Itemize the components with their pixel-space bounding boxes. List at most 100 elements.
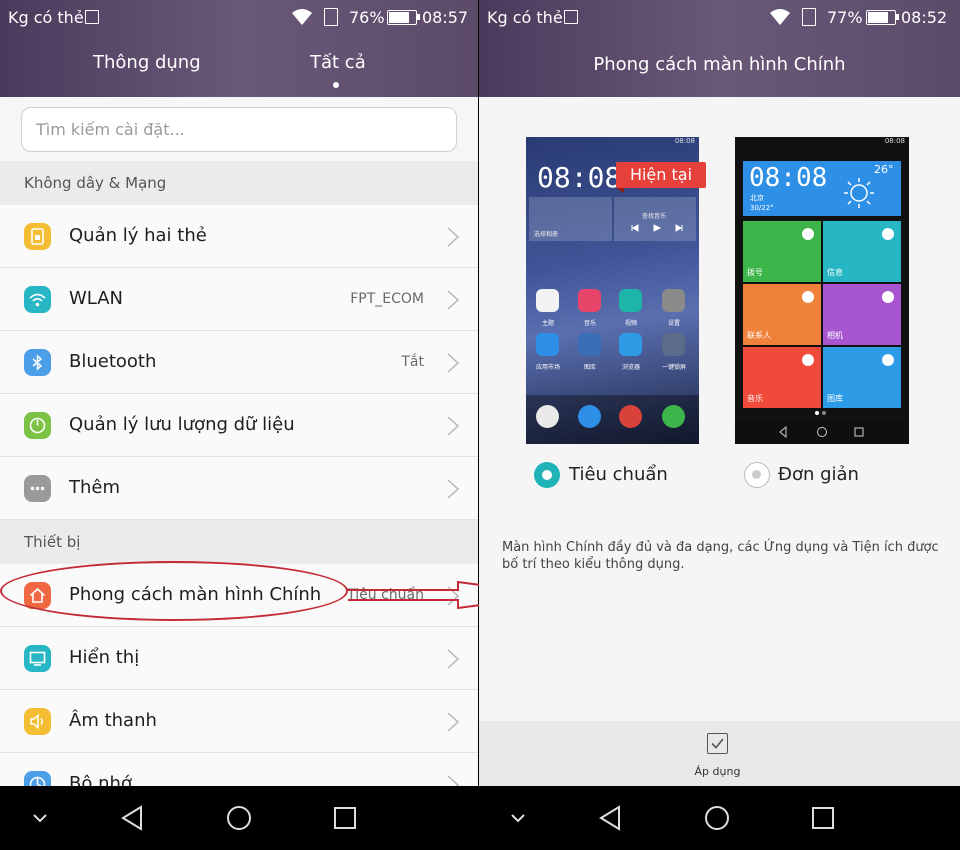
row-label: Quản lý hai thẻ — [69, 225, 207, 246]
preview-app-label: 图库 — [583, 364, 596, 371]
settings-row-more[interactable]: Thêm — [0, 457, 478, 520]
preview-clock: 08:08 — [537, 161, 622, 194]
chevron-right-icon — [447, 712, 460, 732]
section-header-wireless: Không dây & Mạng — [0, 161, 478, 205]
preview-tile-label: 信息 — [827, 268, 843, 277]
section-header-device: Thiết bị — [0, 520, 478, 564]
preview-tile-icon — [882, 228, 894, 240]
search-input[interactable]: Tìm kiếm cài đặt... — [21, 107, 457, 152]
sun-icon — [844, 178, 874, 208]
home-button-icon[interactable] — [692, 786, 742, 850]
radio-simple[interactable] — [744, 462, 770, 488]
row-label: Thêm — [69, 477, 121, 498]
option-label-simple[interactable]: Đơn giản — [778, 464, 859, 485]
page-title: Phong cách màn hình Chính — [593, 54, 846, 75]
settings-tabs: Thông dụng Tất cả — [0, 52, 478, 92]
chevron-right-icon — [447, 649, 460, 669]
preview-status-time: 08:08 — [884, 137, 905, 145]
preview-tile: 信息 — [823, 221, 901, 282]
preview-tile: 图库 — [823, 347, 901, 408]
recents-icon[interactable] — [798, 786, 848, 850]
preview-tile-label: 相机 — [827, 331, 843, 340]
active-tab-indicator — [333, 82, 339, 88]
chevron-right-icon — [447, 290, 460, 310]
carrier-label: Kg có thẻ — [8, 8, 84, 27]
preview-temperature: 26° — [874, 163, 894, 176]
preview-tile-label: 图库 — [827, 394, 843, 403]
radio-standard[interactable] — [534, 462, 560, 488]
sim-data-icon — [324, 8, 338, 26]
preview-tile: 联系人 — [743, 284, 821, 345]
tab-all[interactable]: Tất cả — [310, 52, 366, 73]
settings-header: Kg có thẻ 76% 08:57 Thông dụng Tất cả — [0, 0, 478, 97]
highlight-ellipse — [0, 561, 348, 621]
row-value: FPT_ECOM — [350, 291, 424, 307]
preview-city: 北京 — [750, 194, 764, 202]
preview-tile: 相机 — [823, 284, 901, 345]
row-value: Tắt — [401, 354, 424, 370]
chevron-down-icon[interactable] — [493, 786, 543, 850]
chevron-down-icon[interactable] — [15, 786, 65, 850]
preview-nav-bar — [735, 420, 909, 444]
settings-row-display[interactable]: Hiển thị — [0, 627, 478, 690]
clock: 08:57 — [422, 8, 469, 27]
settings-row-data-usage[interactable]: Quản lý lưu lượng dữ liệu — [0, 394, 478, 457]
preview-clock: 08:08 — [749, 163, 828, 193]
bluetooth-icon — [24, 349, 51, 376]
wifi-signal-icon — [770, 9, 790, 25]
preview-tile-label: 音乐 — [747, 394, 763, 403]
sound-icon — [24, 708, 51, 735]
carrier-label: Kg có thẻ — [487, 8, 563, 27]
preview-app-icon — [662, 333, 685, 356]
settings-screen: Kg có thẻ 76% 08:57 Thông dụng Tất cả Tì… — [0, 0, 478, 786]
preview-tile-label: 联系人 — [747, 331, 771, 340]
tab-common[interactable]: Thông dụng — [93, 52, 201, 73]
sim-card-icon — [24, 223, 51, 250]
wifi-icon — [24, 286, 51, 313]
recents-icon[interactable] — [320, 786, 370, 850]
status-bar: Kg có thẻ 76% 08:57 — [0, 0, 478, 36]
music-controls-icon — [631, 224, 683, 232]
preview-app-icon — [619, 333, 642, 356]
status-bar: Kg có thẻ 77% 08:52 — [479, 0, 960, 36]
back-icon[interactable] — [585, 786, 635, 850]
preview-dock-icon — [578, 405, 601, 428]
home-button-icon[interactable] — [214, 786, 264, 850]
settings-row-storage[interactable]: Bộ nhớ — [0, 753, 478, 786]
settings-row-sound[interactable]: Âm thanh — [0, 690, 478, 753]
preview-tile-icon — [802, 228, 814, 240]
row-label: Quản lý lưu lượng dữ liệu — [69, 414, 295, 435]
preview-nav-icons — [779, 426, 864, 438]
preview-weather-range: 30/22° — [750, 204, 774, 212]
preview-dock-icon — [619, 405, 642, 428]
preview-app-icon — [578, 289, 601, 312]
style-description: Màn hình Chính đầy đủ và đa dạng, các Ứn… — [502, 540, 939, 572]
chevron-right-icon — [447, 479, 460, 499]
preview-tile-icon — [882, 291, 894, 303]
settings-row-wlan[interactable]: WLAN FPT_ECOM — [0, 268, 478, 331]
current-badge: Hiện tại — [616, 162, 706, 193]
preview-status-time: 08:08 — [674, 137, 695, 145]
preview-tile-label: 拨号 — [747, 268, 763, 277]
settings-row-dual-sim[interactable]: Quản lý hai thẻ — [0, 205, 478, 268]
preview-app-icon — [536, 289, 559, 312]
back-icon[interactable] — [107, 786, 157, 850]
row-label: Bluetooth — [69, 351, 157, 372]
row-label: WLAN — [69, 288, 124, 309]
apply-button[interactable]: Áp dụng — [680, 765, 755, 778]
chevron-right-icon — [447, 227, 460, 247]
no-sim-icon — [85, 10, 99, 24]
system-nav-bar — [0, 786, 960, 850]
sim-data-icon — [802, 8, 816, 26]
wifi-signal-icon — [292, 9, 312, 25]
option-label-standard[interactable]: Tiêu chuẩn — [569, 464, 668, 485]
display-icon — [24, 645, 51, 672]
preview-app-icon — [578, 333, 601, 356]
more-icon — [24, 475, 51, 502]
checkbox-icon[interactable] — [707, 733, 728, 754]
row-label: Bộ nhớ — [69, 773, 132, 786]
preview-app-label: 一键锁屏 — [661, 364, 686, 371]
settings-row-bluetooth[interactable]: Bluetooth Tắt — [0, 331, 478, 394]
battery-percent: 77% — [827, 8, 863, 27]
row-label: Âm thanh — [69, 710, 157, 731]
